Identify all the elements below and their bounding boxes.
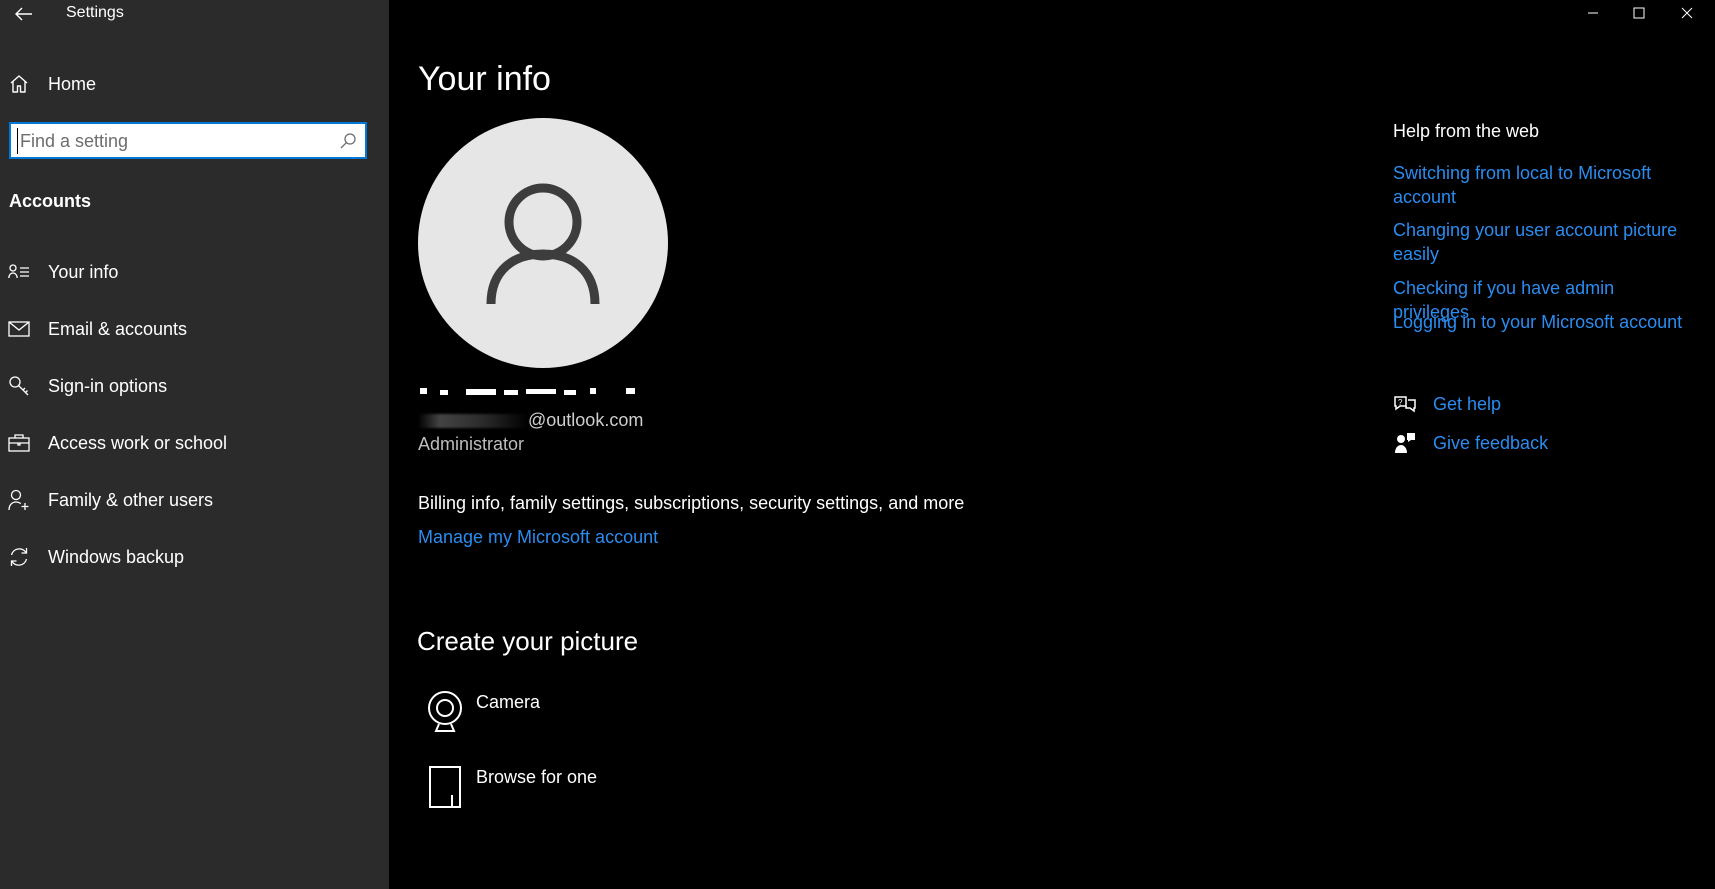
help-heading: Help from the web (1393, 121, 1540, 141)
contact-info-icon (8, 261, 30, 283)
briefcase-icon (8, 432, 30, 454)
navigation-pane: Settings Home Accounts Your info (0, 0, 389, 889)
help-link-logging-in[interactable]: Logging in to your Microsoft account (1393, 310, 1693, 334)
minimize-icon (1588, 12, 1598, 14)
sidebar-item-label: Sign-in options (48, 375, 168, 396)
sidebar-item-access-work-school[interactable]: Access work or school (0, 420, 389, 466)
browse-option[interactable]: Browse for one (418, 763, 718, 819)
feedback-icon (1393, 431, 1417, 455)
key-icon (8, 375, 30, 397)
account-role: Administrator (418, 434, 525, 454)
sidebar-item-your-info[interactable]: Your info (0, 249, 389, 295)
avatar (418, 118, 668, 368)
app-title: Settings (66, 4, 124, 21)
minimize-button[interactable] (1570, 0, 1616, 26)
search-icon[interactable] (339, 132, 357, 150)
svg-text:?: ? (1398, 398, 1403, 407)
sidebar-item-label: Windows backup (48, 546, 185, 567)
section-heading: Accounts (9, 191, 92, 211)
account-email: @outlook.com (418, 410, 643, 431)
sidebar-item-label: Access work or school (48, 432, 228, 453)
search-input[interactable] (17, 128, 332, 154)
sidebar-item-windows-backup[interactable]: Windows backup (0, 534, 389, 580)
give-feedback-label: Give feedback (1433, 432, 1549, 453)
redacted-user-name (420, 388, 635, 395)
maximize-button[interactable] (1616, 0, 1662, 26)
search-box (9, 122, 367, 159)
sync-icon (8, 546, 30, 568)
page-title: Your info (418, 60, 551, 98)
back-button[interactable] (8, 2, 40, 26)
user-icon (486, 183, 600, 305)
sidebar-item-email-accounts[interactable]: Email & accounts (0, 306, 389, 352)
get-help-label: Get help (1433, 393, 1502, 414)
give-feedback-link[interactable]: Give feedback (1393, 429, 1548, 457)
redacted-email-prefix (418, 414, 528, 429)
sidebar-item-label: Family & other users (48, 489, 214, 510)
add-user-icon (8, 489, 30, 511)
maximize-icon (1633, 7, 1645, 19)
back-arrow-icon (15, 7, 32, 21)
help-link-switching-account[interactable]: Switching from local to Microsoft accoun… (1393, 161, 1693, 209)
help-link-change-picture[interactable]: Changing your user account picture easil… (1393, 218, 1693, 266)
sidebar-item-label: Email & accounts (48, 318, 188, 339)
browse-label: Browse for one (476, 767, 598, 787)
get-help-link[interactable]: ? Get help (1393, 390, 1501, 418)
home-icon (8, 73, 30, 95)
sidebar-item-label: Your info (48, 261, 119, 282)
mail-icon (8, 318, 30, 340)
camera-label: Camera (476, 692, 541, 712)
email-domain: @outlook.com (528, 410, 644, 430)
close-icon (1681, 7, 1693, 19)
chat-help-icon: ? (1393, 392, 1417, 416)
camera-option[interactable]: Camera (418, 688, 718, 744)
sidebar-item-family-other-users[interactable]: Family & other users (0, 477, 389, 523)
manage-account-link[interactable]: Manage my Microsoft account (418, 527, 658, 548)
nav-home-label: Home (48, 73, 97, 94)
nav-home[interactable]: Home (0, 61, 389, 107)
billing-description: Billing info, family settings, subscript… (418, 493, 965, 513)
camera-icon (422, 688, 468, 736)
close-button[interactable] (1664, 0, 1710, 26)
document-icon (422, 763, 468, 811)
create-picture-heading: Create your picture (417, 626, 639, 656)
sidebar-item-sign-in-options[interactable]: Sign-in options (0, 363, 389, 409)
